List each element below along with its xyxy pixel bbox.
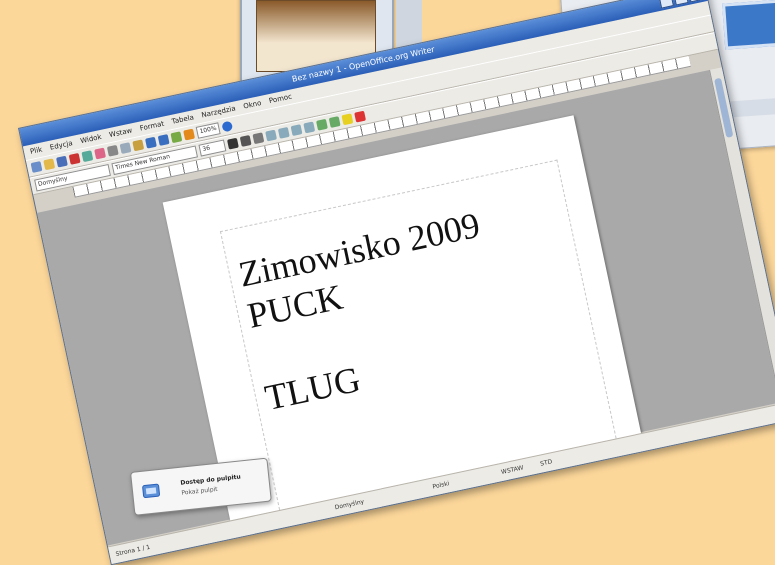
italic-icon[interactable] <box>239 135 252 147</box>
thumbnail-icon <box>722 0 775 50</box>
numbering-icon[interactable] <box>316 118 328 131</box>
minimize-button[interactable] <box>658 0 674 9</box>
justify-icon[interactable] <box>303 121 316 134</box>
notification-text: Pokaż pulpit <box>181 485 218 497</box>
status-insert-mode[interactable]: WSTAW <box>499 460 525 481</box>
draw-icon[interactable] <box>183 128 196 141</box>
print-icon[interactable] <box>81 150 94 163</box>
status-selection-mode[interactable]: STD <box>539 453 554 472</box>
status-style: Domyślny <box>334 498 365 512</box>
save-icon[interactable] <box>56 155 68 168</box>
copy-icon[interactable] <box>119 142 132 155</box>
underline-icon[interactable] <box>252 132 265 145</box>
close-button[interactable] <box>687 0 704 3</box>
status-language: Polski <box>432 480 451 491</box>
align-left-icon[interactable] <box>265 129 278 142</box>
paste-icon[interactable] <box>132 139 145 152</box>
undo-icon[interactable] <box>145 136 157 149</box>
font-color-icon[interactable] <box>354 110 367 123</box>
desktop-icon <box>142 483 160 499</box>
table-icon[interactable] <box>170 131 183 144</box>
bullets-icon[interactable] <box>328 116 341 128</box>
menu-file[interactable]: Plik <box>29 143 44 159</box>
pdf-export-icon[interactable] <box>68 152 81 165</box>
cut-icon[interactable] <box>106 144 119 157</box>
redo-icon[interactable] <box>157 134 170 146</box>
new-document-icon[interactable] <box>30 161 43 173</box>
notification-title: Dostęp do pulpitu <box>180 473 242 487</box>
bold-icon[interactable] <box>227 137 239 150</box>
highlight-icon[interactable] <box>341 113 354 126</box>
align-center-icon[interactable] <box>277 126 290 139</box>
open-folder-icon[interactable] <box>43 158 56 171</box>
align-right-icon[interactable] <box>290 124 303 137</box>
zoom-combo[interactable]: 100% <box>195 122 221 139</box>
spellcheck-icon[interactable] <box>94 147 107 160</box>
maximize-button[interactable] <box>673 0 689 6</box>
help-icon[interactable] <box>221 120 234 133</box>
